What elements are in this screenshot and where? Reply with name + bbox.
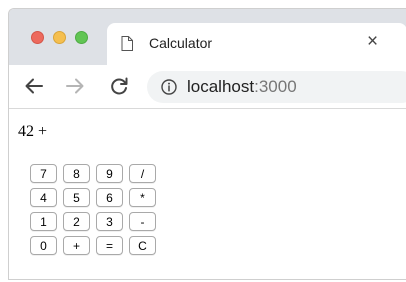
key-4[interactable]: 4 (30, 188, 57, 207)
arrow-forward-icon[interactable] (64, 75, 86, 97)
key-2[interactable]: 2 (63, 212, 90, 231)
tab-close-icon[interactable]: × (367, 32, 378, 52)
key-subtract[interactable]: - (129, 212, 156, 231)
page-content: 42 + 7 8 9 / 4 5 6 * 1 2 3 - 0 + = C (9, 109, 406, 279)
key-3[interactable]: 3 (96, 212, 123, 231)
tab-bar: Calculator × (9, 9, 406, 65)
key-clear[interactable]: C (129, 236, 156, 255)
url-port: :3000 (254, 77, 297, 96)
tab-calculator[interactable]: Calculator × (107, 23, 406, 65)
window-minimize-dot[interactable] (53, 31, 66, 44)
browser-window: Calculator × localhost:3000 42 + 7 8 9 /… (8, 8, 406, 280)
key-equals[interactable]: = (96, 236, 123, 255)
key-6[interactable]: 6 (96, 188, 123, 207)
browser-toolbar: localhost:3000 (9, 65, 406, 109)
url-text[interactable]: localhost:3000 (187, 77, 297, 97)
key-8[interactable]: 8 (63, 164, 90, 183)
key-1[interactable]: 1 (30, 212, 57, 231)
key-divide[interactable]: / (129, 164, 156, 183)
key-multiply[interactable]: * (129, 188, 156, 207)
key-9[interactable]: 9 (96, 164, 123, 183)
window-close-dot[interactable] (31, 31, 44, 44)
window-maximize-dot[interactable] (75, 31, 88, 44)
key-add[interactable]: + (63, 236, 90, 255)
info-icon[interactable] (161, 79, 177, 95)
tab-title: Calculator (149, 35, 213, 51)
url-host: localhost (187, 77, 255, 96)
key-0[interactable]: 0 (30, 236, 57, 255)
calculator-display: 42 + (18, 123, 48, 140)
key-5[interactable]: 5 (63, 188, 90, 207)
key-7[interactable]: 7 (30, 164, 57, 183)
calculator-keypad: 7 8 9 / 4 5 6 * 1 2 3 - 0 + = C (30, 164, 156, 255)
reload-icon[interactable] (108, 75, 130, 97)
arrow-back-icon[interactable] (23, 75, 45, 97)
address-bar[interactable]: localhost:3000 (147, 71, 406, 103)
page-icon (121, 36, 133, 51)
